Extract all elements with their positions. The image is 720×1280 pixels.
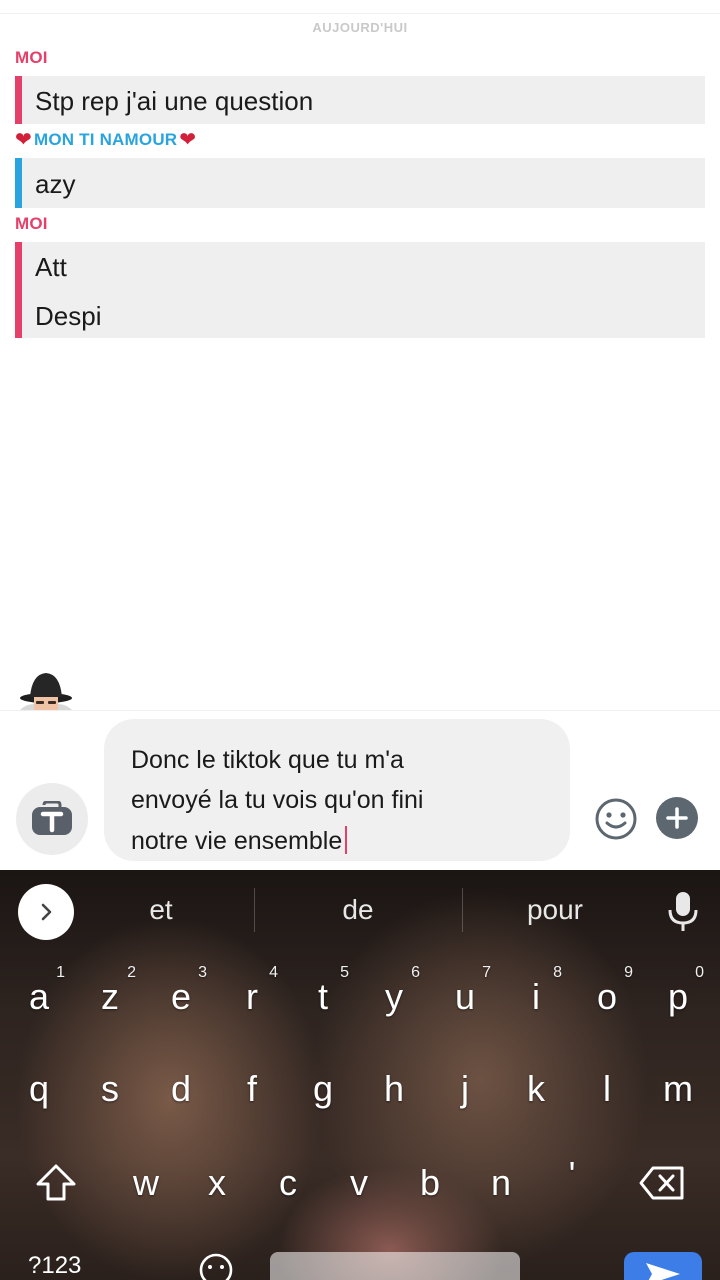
key-d[interactable]: d (151, 1054, 211, 1124)
key-z[interactable]: z2 (80, 962, 140, 1032)
suggestion-word[interactable]: de (283, 894, 433, 926)
key-x[interactable]: x (187, 1148, 247, 1218)
key-a[interactable]: a1 (9, 962, 69, 1032)
plus-icon (666, 807, 688, 829)
key-r[interactable]: r4 (222, 962, 282, 1032)
key-h[interactable]: h (364, 1054, 424, 1124)
send-arrow-icon (646, 1263, 680, 1280)
message-text: Despi (35, 301, 102, 331)
space-bar[interactable] (270, 1252, 520, 1280)
add-attachment-button[interactable] (656, 797, 698, 839)
sender-label-me: MOI (15, 48, 48, 67)
suggestion-word[interactable]: pour (480, 894, 630, 926)
key-o[interactable]: o9 (577, 962, 637, 1032)
backspace-key[interactable] (630, 1148, 694, 1218)
key-v[interactable]: v (329, 1148, 389, 1218)
shift-icon (36, 1164, 76, 1201)
message-composer: Donc le tiktok que tu m'a envoyé la tu v… (0, 710, 720, 870)
voice-input-button[interactable] (666, 890, 700, 934)
on-screen-keyboard: et de pour a1 z2 e3 r4 t5 y6 u7 i8 o9 p0… (0, 870, 720, 1280)
key-g[interactable]: g (293, 1054, 353, 1124)
contact-name: MON TI NAMOUR (33, 130, 178, 149)
key-s[interactable]: s (80, 1054, 140, 1124)
chevron-right-icon (41, 903, 52, 921)
key-w[interactable]: w (116, 1148, 176, 1218)
key-i[interactable]: i8 (506, 962, 566, 1032)
message-input[interactable]: Donc le tiktok que tu m'a envoyé la tu v… (104, 719, 570, 861)
message-bubble[interactable]: azy (15, 158, 705, 208)
text-t-icon (32, 801, 72, 835)
key-j[interactable]: j (435, 1054, 495, 1124)
heart-icon: ❤ (15, 129, 32, 151)
suggestion-divider (254, 888, 255, 932)
text-cursor (345, 826, 348, 854)
text-mode-button[interactable] (16, 783, 88, 855)
backspace-icon (639, 1166, 684, 1200)
smiley-icon (595, 798, 637, 840)
sender-label-me: MOI (15, 214, 48, 233)
sender-label-contact: ❤ MON TI NAMOUR ❤ (15, 130, 196, 150)
key-b[interactable]: b (400, 1148, 460, 1218)
bitmoji-avatar (12, 668, 80, 710)
emoji-key[interactable] (198, 1252, 234, 1280)
key-u[interactable]: u7 (435, 962, 495, 1032)
key-k[interactable]: k (506, 1054, 566, 1124)
message-bubble[interactable]: Stp rep j'ai une question (15, 76, 705, 124)
smiley-icon (199, 1253, 233, 1280)
date-separator: AUJOURD'HUI (312, 20, 408, 35)
key-n[interactable]: n (471, 1148, 531, 1218)
suggestion-divider (462, 888, 463, 932)
keyboard-bottom-row: ?123 (0, 1250, 720, 1280)
message-text: Stp rep j'ai une question (35, 86, 314, 116)
suggestion-bar: et de pour (0, 870, 720, 954)
key-t[interactable]: t5 (293, 962, 353, 1032)
message-text: Att (35, 252, 67, 282)
microphone-icon (668, 892, 698, 931)
key-q[interactable]: q (9, 1054, 69, 1124)
emoji-button[interactable] (594, 797, 638, 841)
key-e[interactable]: e3 (151, 962, 211, 1032)
draft-text-line: envoyé la tu vois qu'on fini (131, 786, 424, 814)
key-p[interactable]: p0 (648, 962, 708, 1032)
expand-toolbar-button[interactable] (18, 884, 74, 940)
chat-area: AUJOURD'HUI MOI Stp rep j'ai une questio… (0, 0, 720, 710)
symbols-key[interactable]: ?123 (28, 1252, 81, 1280)
key-apostrophe[interactable]: ' (542, 1140, 602, 1210)
key-c[interactable]: c (258, 1148, 318, 1218)
key-m[interactable]: m (648, 1054, 708, 1124)
key-y[interactable]: y6 (364, 962, 424, 1032)
message-bubble[interactable]: Att Despi (15, 242, 705, 338)
suggestion-word[interactable]: et (86, 894, 236, 926)
key-f[interactable]: f (222, 1054, 282, 1124)
message-text: azy (35, 169, 76, 199)
shift-key[interactable] (26, 1148, 86, 1218)
draft-text-line: notre vie ensemble (131, 826, 348, 856)
draft-text-line: Donc le tiktok que tu m'a (131, 746, 404, 774)
heart-icon: ❤ (179, 129, 197, 151)
key-l[interactable]: l (577, 1054, 637, 1124)
send-key[interactable] (624, 1252, 702, 1280)
top-divider (0, 0, 720, 14)
